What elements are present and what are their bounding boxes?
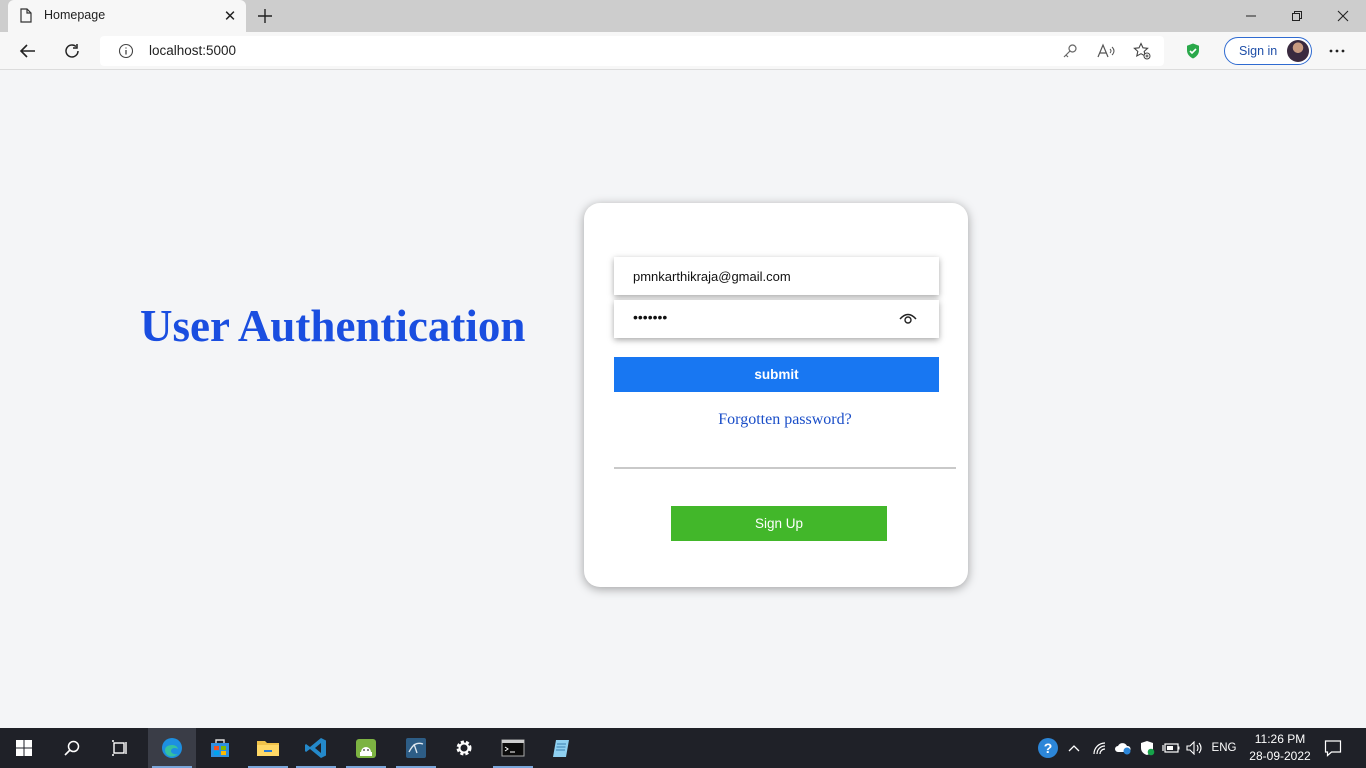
page-icon: [20, 8, 32, 23]
submit-button[interactable]: submit: [614, 357, 939, 392]
sign-up-button[interactable]: Sign Up: [671, 506, 887, 541]
wifi-icon[interactable]: [1090, 728, 1110, 768]
tab-strip: Homepage ✕: [0, 0, 1366, 32]
browser-tab[interactable]: Homepage ✕: [8, 0, 246, 32]
svg-text:?: ?: [1044, 740, 1053, 756]
tab-close-icon[interactable]: ✕: [220, 6, 240, 26]
taskbar: ? ENG 11:26 PM 28-09-2022: [0, 728, 1366, 768]
battery-icon[interactable]: [1160, 728, 1182, 768]
task-view-icon[interactable]: [96, 728, 144, 768]
clock[interactable]: 11:26 PM 28-09-2022: [1244, 731, 1316, 765]
sign-in-button[interactable]: Sign in: [1224, 37, 1312, 65]
android-studio-icon[interactable]: [342, 728, 390, 768]
new-tab-icon[interactable]: [254, 5, 276, 27]
clock-date: 28-09-2022: [1249, 749, 1311, 763]
notifications-icon[interactable]: [1320, 728, 1346, 768]
password-field[interactable]: •••••••: [614, 300, 939, 338]
mysql-workbench-icon[interactable]: [392, 728, 440, 768]
info-icon[interactable]: [118, 43, 134, 59]
restore-icon[interactable]: [1274, 0, 1320, 32]
login-card: pmnkarthikraja@gmail.com ••••••• submit …: [584, 203, 968, 587]
divider: [614, 467, 956, 469]
security-icon[interactable]: [1136, 728, 1158, 768]
terminal-icon[interactable]: [489, 728, 537, 768]
email-field[interactable]: pmnkarthikraja@gmail.com: [614, 257, 939, 295]
clock-time: 11:26 PM: [1254, 732, 1306, 746]
favorites-icon[interactable]: [1132, 41, 1152, 61]
search-icon[interactable]: [48, 728, 96, 768]
vscode-icon[interactable]: [292, 728, 340, 768]
sign-in-label: Sign in: [1239, 44, 1278, 58]
avatar: [1287, 40, 1309, 62]
url-text[interactable]: localhost:5000: [149, 43, 236, 58]
notepad-icon[interactable]: [538, 728, 586, 768]
volume-icon[interactable]: [1184, 728, 1206, 768]
help-icon[interactable]: ?: [1036, 728, 1060, 768]
settings-icon[interactable]: [440, 728, 488, 768]
page-title: User Authentication: [140, 301, 526, 351]
password-value: •••••••: [633, 309, 668, 325]
cloud-sync-icon[interactable]: [1112, 728, 1134, 768]
page-content: User Authentication pmnkarthikraja@gmail…: [0, 70, 1366, 728]
email-value: pmnkarthikraja@gmail.com: [633, 269, 791, 284]
show-password-icon[interactable]: [899, 312, 917, 326]
start-icon[interactable]: [0, 728, 48, 768]
read-aloud-icon[interactable]: [1096, 41, 1116, 61]
file-explorer-icon[interactable]: [244, 728, 292, 768]
key-icon[interactable]: [1060, 41, 1080, 61]
refresh-icon[interactable]: [57, 36, 87, 66]
more-options-icon[interactable]: [1322, 36, 1352, 66]
minimize-icon[interactable]: [1228, 0, 1274, 32]
edge-icon[interactable]: [148, 728, 196, 768]
forgot-password-link[interactable]: Forgotten password?: [614, 411, 956, 429]
address-bar[interactable]: localhost:5000: [100, 36, 1164, 66]
back-icon[interactable]: [13, 36, 43, 66]
shield-icon[interactable]: [1178, 36, 1208, 66]
language-indicator[interactable]: ENG: [1208, 728, 1240, 768]
store-icon[interactable]: [196, 728, 244, 768]
tab-title: Homepage: [44, 8, 106, 22]
chevron-up-icon[interactable]: [1064, 728, 1084, 768]
browser-toolbar: localhost:5000 Sign in: [0, 32, 1366, 70]
close-window-icon[interactable]: [1320, 0, 1366, 32]
